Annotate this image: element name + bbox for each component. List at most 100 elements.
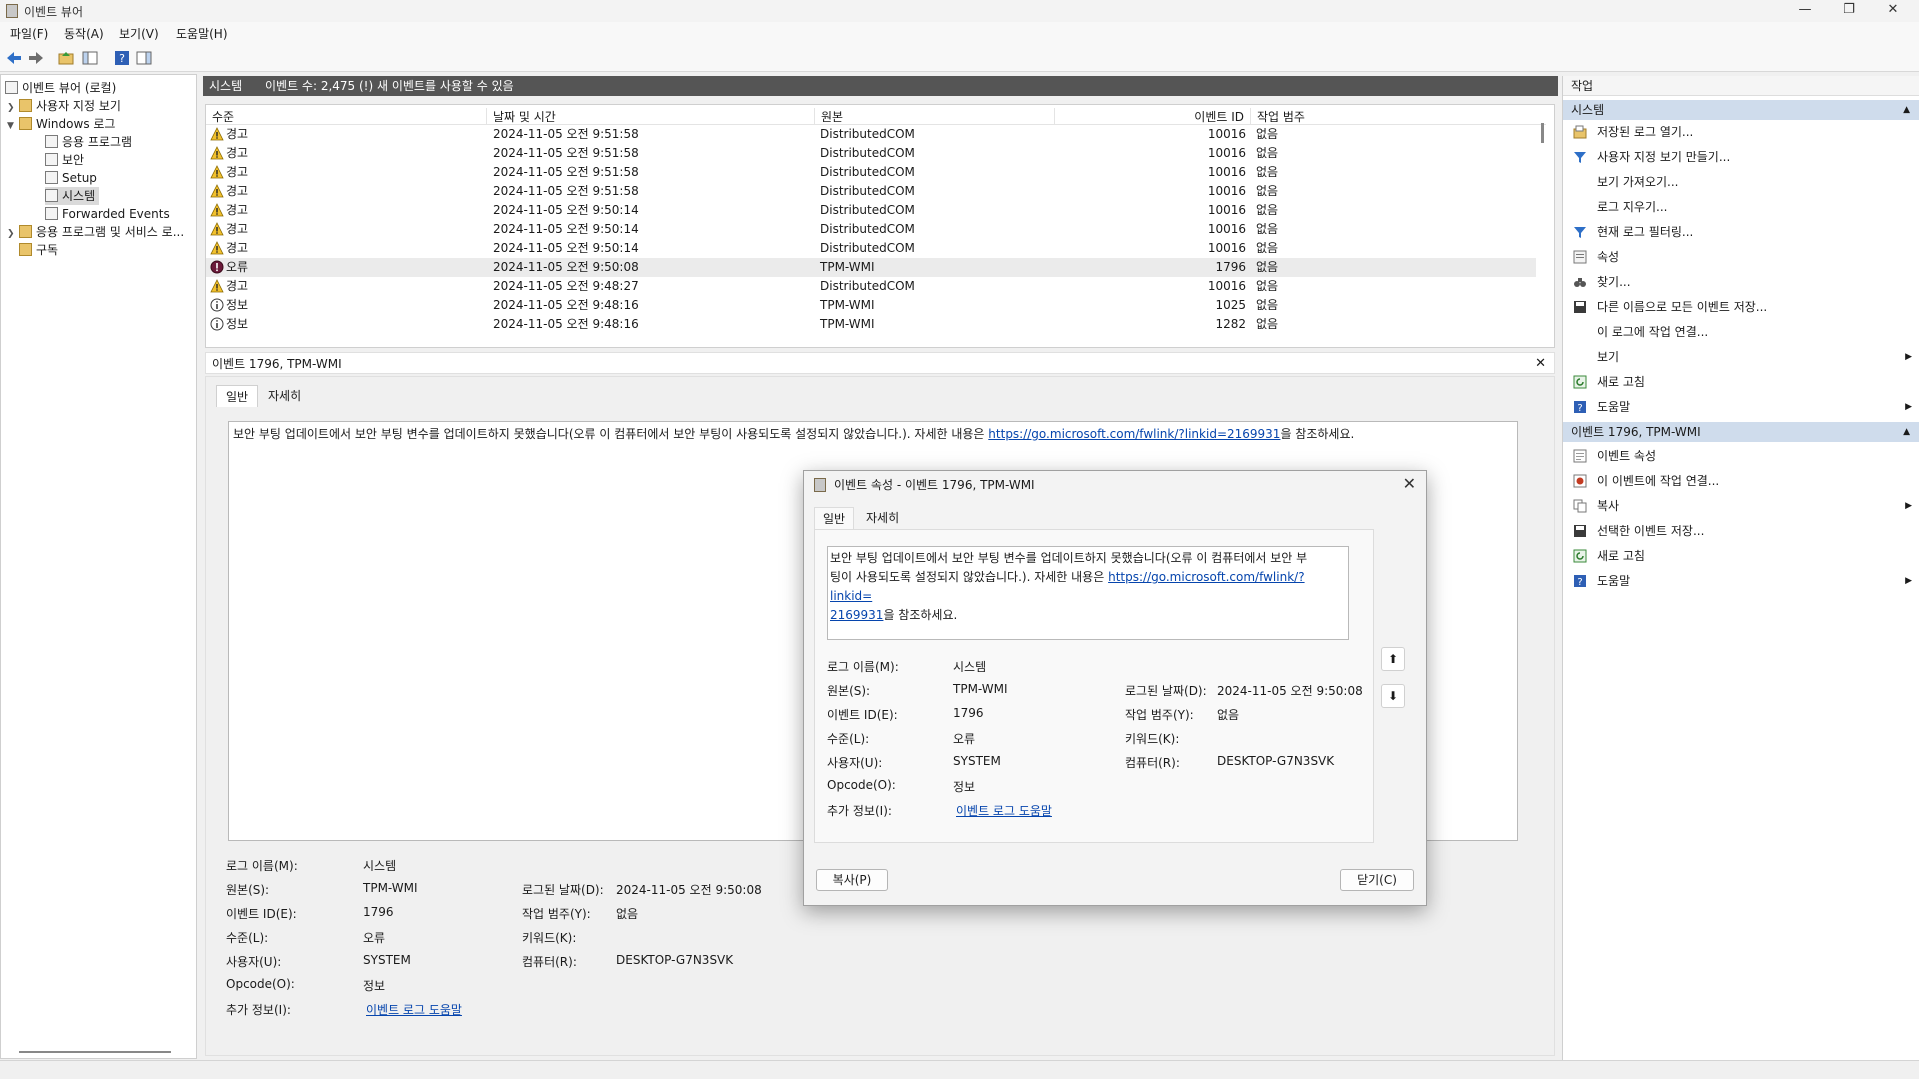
dialog-event-message[interactable]: 보안 부팅 업데이트에서 보안 부팅 변수를 업데이트하지 못했습니다(오류 이… <box>827 546 1349 640</box>
tab-general[interactable]: 일반 <box>216 385 259 407</box>
action-refresh-event[interactable]: 새로 고침 <box>1563 544 1919 568</box>
action-refresh[interactable]: 새로 고침 <box>1563 370 1919 394</box>
expand-chevron-icon[interactable]: ❯ <box>7 225 19 243</box>
tree-custom-views[interactable]: ❯ 사용자 지정 보기 <box>7 97 121 115</box>
minimize-button[interactable]: — <box>1783 0 1827 22</box>
log-icon <box>45 153 58 166</box>
show-hide-tree-icon[interactable] <box>81 49 99 67</box>
tree-forwarded-events[interactable]: Forwarded Events <box>45 205 170 223</box>
table-row[interactable]: 경고 2024-11-05 오전 9:50:14 DistributedCOM 100… <box>206 220 1536 239</box>
column-category[interactable]: 작업 범주 <box>1250 108 1305 124</box>
action-view[interactable]: 보기 ▶ <box>1563 345 1919 369</box>
table-row[interactable]: 정보 2024-11-05 오전 9:48:16 TPM-WMI 1282 없음 <box>206 315 1536 334</box>
submenu-arrow-icon: ▶ <box>1905 576 1912 586</box>
tree-subscriptions[interactable]: 구독 <box>19 241 58 259</box>
column-level[interactable]: 수준 <box>206 108 234 124</box>
action-clear-log[interactable]: 로그 지우기... <box>1563 195 1919 219</box>
table-row[interactable]: 경고 2024-11-05 오전 9:51:58 DistributedCOM 100… <box>206 125 1536 144</box>
action-log-properties[interactable]: 속성 <box>1563 245 1919 269</box>
collapse-up-icon[interactable]: ▲ <box>1903 422 1910 442</box>
dialog-tab-details[interactable]: 자세히 <box>858 507 907 529</box>
action-find[interactable]: 찾기... <box>1563 270 1919 294</box>
tree-horizontal-scrollbar[interactable] <box>19 1051 171 1053</box>
row-category: 없음 <box>1256 260 1279 274</box>
action-save-selected-events[interactable]: 선택한 이벤트 저장... <box>1563 519 1919 543</box>
row-date: 2024-11-05 오전 9:51:58 <box>493 165 639 179</box>
column-source[interactable]: 원본 <box>814 108 843 124</box>
action-help-event[interactable]: ? 도움말 ▶ <box>1563 569 1919 593</box>
table-row[interactable]: 경고 2024-11-05 오전 9:51:58 DistributedCOM 100… <box>206 144 1536 163</box>
action-label: 이 로그에 작업 연결... <box>1597 325 1709 339</box>
table-row[interactable]: 경고 2024-11-05 오전 9:51:58 DistributedCOM 100… <box>206 163 1536 182</box>
row-level: 경고 <box>210 125 248 144</box>
column-event-id[interactable]: 이벤트 ID <box>1054 108 1248 124</box>
actions-section-event[interactable]: 이벤트 1796, TPM-WMI ▲ <box>1563 422 1919 442</box>
action-label: 이 이벤트에 작업 연결... <box>1597 474 1720 488</box>
up-folder-icon[interactable] <box>57 49 75 67</box>
tree-security[interactable]: 보안 <box>45 151 84 169</box>
action-attach-task-to-log[interactable]: 이 로그에 작업 연결... <box>1563 320 1919 344</box>
actions-section-system[interactable]: 시스템 ▲ <box>1563 100 1919 120</box>
menu-view[interactable]: 보기(V) <box>119 25 159 42</box>
warning-icon <box>210 165 224 179</box>
action-filter-current-log[interactable]: 현재 로그 필터링... <box>1563 220 1919 244</box>
close-window-button[interactable]: ✕ <box>1871 0 1915 22</box>
action-attach-task-to-event[interactable]: 이 이벤트에 작업 연결... <box>1563 469 1919 493</box>
table-row[interactable]: 경고 2024-11-05 오전 9:50:14 DistributedCOM 100… <box>206 201 1536 220</box>
collapse-up-icon[interactable]: ▲ <box>1903 100 1910 120</box>
row-level: 경고 <box>210 144 248 163</box>
event-list-scrollbar[interactable] <box>1541 123 1544 143</box>
tree-setup[interactable]: Setup <box>45 169 97 187</box>
tab-details[interactable]: 자세히 <box>259 385 310 407</box>
table-row[interactable]: 경고 2024-11-05 오전 9:51:58 DistributedCOM 100… <box>206 182 1536 201</box>
table-row[interactable]: 경고 2024-11-05 오전 9:50:14 DistributedCOM 100… <box>206 239 1536 258</box>
more-info-link[interactable]: 이벤트 로그 도움말 <box>366 1001 462 1018</box>
collapse-chevron-icon[interactable]: ▼ <box>7 117 19 135</box>
action-copy[interactable]: 복사 ▶ <box>1563 494 1919 518</box>
dlg-logged-value: 2024-11-05 오전 9:50:08 <box>1217 684 1363 698</box>
tree-application[interactable]: 응용 프로그램 <box>45 133 132 151</box>
copy-button[interactable]: 복사(P) <box>816 869 888 891</box>
tree-apps-services[interactable]: ❯ 응용 프로그램 및 서비스 로... <box>7 223 184 241</box>
tree-windows-logs[interactable]: ▼ Windows 로그 <box>7 115 115 133</box>
menu-action[interactable]: 동작(A) <box>64 25 104 42</box>
close-detail-icon[interactable]: ✕ <box>1535 353 1546 375</box>
dialog-close-icon[interactable]: ✕ <box>1403 474 1416 493</box>
tree-root[interactable]: 이벤트 뷰어 (로컬) <box>5 79 116 97</box>
help-icon[interactable]: ? <box>113 49 131 67</box>
tree-system[interactable]: 시스템 <box>45 187 100 205</box>
title-bar: 이벤트 뷰어 — ❐ ✕ <box>0 0 1919 22</box>
table-row[interactable]: 정보 2024-11-05 오전 9:48:16 TPM-WMI 1025 없음 <box>206 296 1536 315</box>
dlg-more-info-link[interactable]: 이벤트 로그 도움말 <box>956 802 1052 819</box>
maximize-button[interactable]: ❐ <box>1827 0 1871 22</box>
menu-file[interactable]: 파일(F) <box>10 25 48 42</box>
warning-icon <box>210 146 224 160</box>
close-button[interactable]: 닫기(C) <box>1340 869 1414 891</box>
previous-event-button[interactable]: ⬆ <box>1381 647 1405 671</box>
action-help[interactable]: ? 도움말 ▶ <box>1563 395 1919 419</box>
dlg-user-label: 사용자(U): <box>827 756 883 770</box>
row-level: 정보 <box>210 315 248 334</box>
show-hide-action-pane-icon[interactable] <box>135 49 153 67</box>
event-message-link[interactable]: https://go.microsoft.com/fwlink/?linkid=… <box>988 427 1280 441</box>
dialog-message-link-cont[interactable]: 2169931 <box>830 608 883 622</box>
action-event-properties[interactable]: 이벤트 속성 <box>1563 444 1919 468</box>
table-row[interactable]: 경고 2024-11-05 오전 9:48:27 DistributedCOM 100… <box>206 277 1536 296</box>
dlg-computer-label: 컴퓨터(R): <box>1125 756 1180 770</box>
row-event-id: 10016 <box>1207 203 1246 217</box>
task-value: 없음 <box>616 907 639 921</box>
save-icon <box>1574 301 1586 313</box>
action-import-view[interactable]: 보기 가져오기... <box>1563 170 1919 194</box>
column-date[interactable]: 날짜 및 시간 <box>486 108 556 124</box>
action-open-saved-log[interactable]: 저장된 로그 열기... <box>1563 120 1919 144</box>
status-bar <box>0 1060 1919 1079</box>
dialog-tab-general[interactable]: 일반 <box>814 507 855 529</box>
action-save-all-events-as[interactable]: 다른 이름으로 모든 이벤트 저장... <box>1563 295 1919 319</box>
forward-arrow-icon[interactable] <box>27 49 45 67</box>
back-arrow-icon[interactable] <box>5 49 23 67</box>
user-label: 사용자(U): <box>226 955 282 969</box>
table-row[interactable]: 오류 2024-11-05 오전 9:50:08 TPM-WMI 1796 없음 <box>206 258 1536 277</box>
menu-help[interactable]: 도움말(H) <box>176 25 228 42</box>
action-create-custom-view[interactable]: 사용자 지정 보기 만들기... <box>1563 145 1919 169</box>
next-event-button[interactable]: ⬇ <box>1381 684 1405 708</box>
